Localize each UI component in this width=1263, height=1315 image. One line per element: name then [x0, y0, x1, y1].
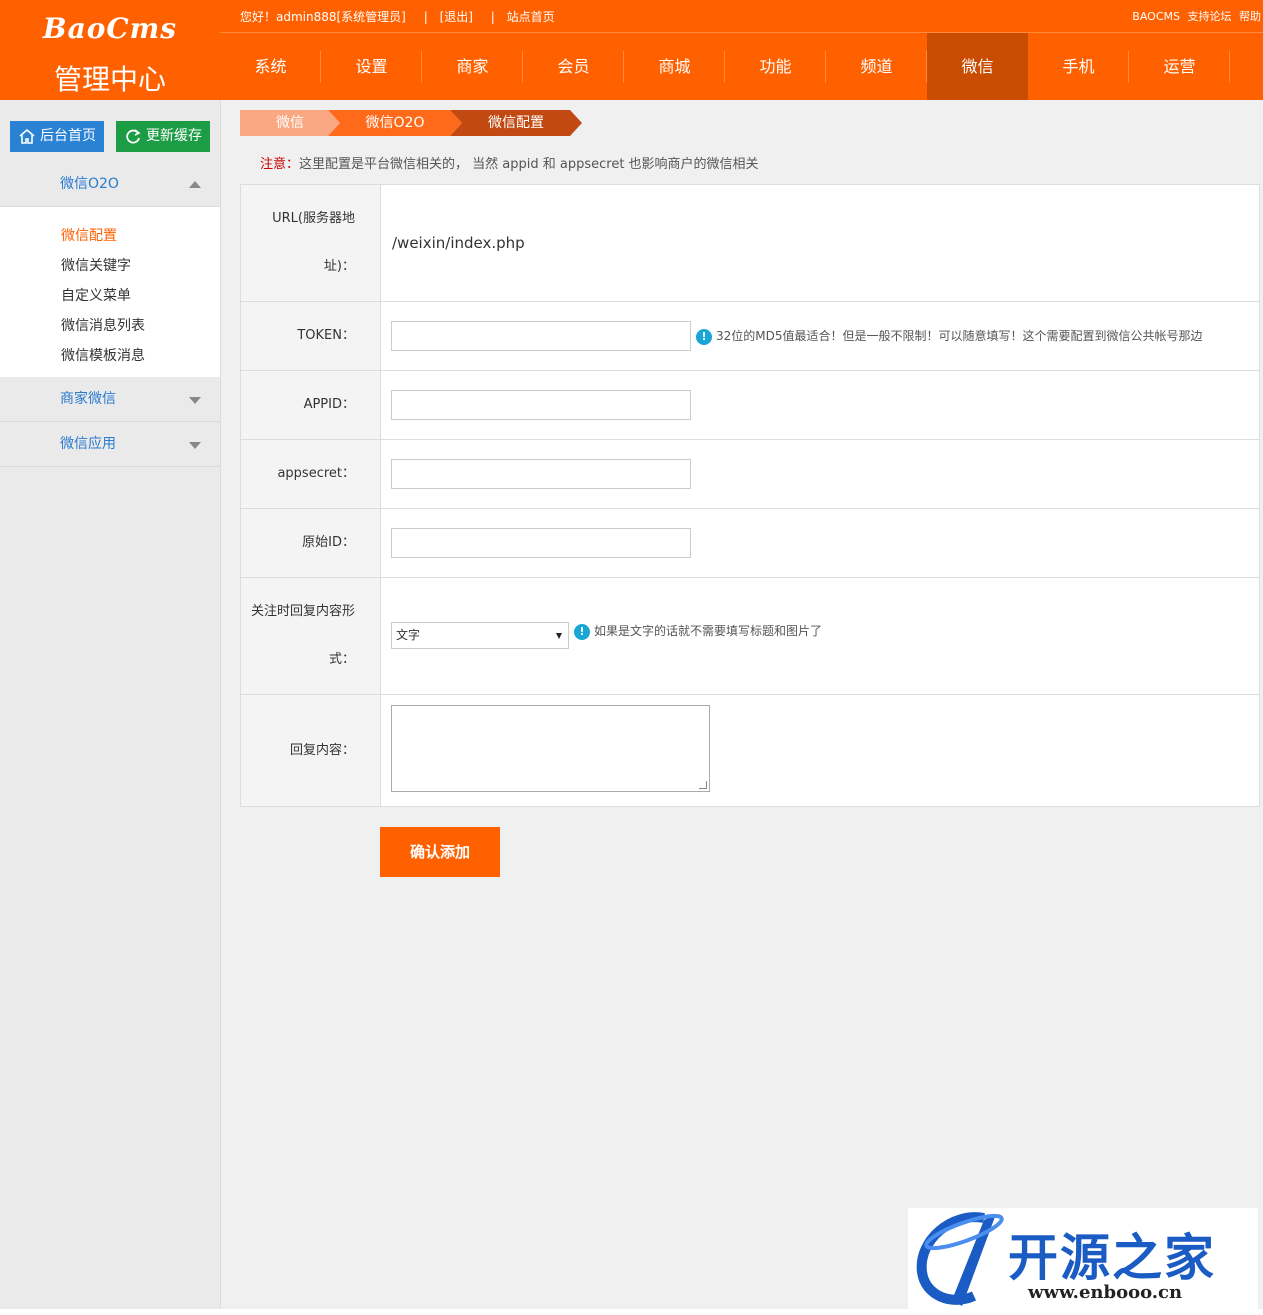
- watermark-brand: 开源之家: [1008, 1229, 1216, 1287]
- nav-features[interactable]: 功能: [725, 33, 826, 100]
- breadcrumb-wechat-o2o[interactable]: 微信O2O: [328, 110, 462, 136]
- reply-type-label: 关注时回复内容形 式：: [241, 588, 381, 684]
- form-row-reply-type: 关注时回复内容形 式： 文字 ! 如果是文字的话就不需要填写标题和图片了: [241, 578, 1259, 695]
- token-hint: ! 32位的MD5值最适合！但是一般不限制！可以随意填写！这个需要配置到微信公共帐…: [696, 327, 1203, 345]
- reply-type-hint-text: 如果是文字的话就不需要填写标题和图片了: [594, 624, 823, 638]
- config-form: URL(服务器地 址)： /weixin/index.php TOKEN： ! 3…: [240, 184, 1260, 807]
- separator: |: [490, 10, 495, 24]
- site-home-link[interactable]: 站点首页: [507, 10, 555, 24]
- confirm-add-button[interactable]: 确认添加: [380, 827, 500, 877]
- nav-operations[interactable]: 运营: [1129, 33, 1230, 100]
- form-row-token: TOKEN： ! 32位的MD5值最适合！但是一般不限制！可以随意填写！这个需要配…: [241, 302, 1259, 371]
- caret-down-icon: [189, 442, 201, 449]
- breadcrumb-wechat-config: 微信配置: [450, 110, 582, 136]
- baocms-link[interactable]: BAOCMS: [1132, 10, 1180, 23]
- watermark: 开源之家 www.enbooo.cn: [908, 1208, 1258, 1312]
- notice-body: 这里配置是平台微信相关的， 当然 appid 和 appsecret 也影响商户…: [299, 157, 759, 172]
- nav-system[interactable]: 系统: [220, 33, 321, 100]
- appid-label: APPID：: [303, 397, 355, 412]
- reply-type-hint: ! 如果是文字的话就不需要填写标题和图片了: [574, 622, 822, 640]
- submenu-item-template-message[interactable]: 微信模板消息: [0, 341, 220, 371]
- breadcrumb-wechat[interactable]: 微信: [240, 110, 340, 136]
- greeting-text: 您好！admin888[系统管理员]: [240, 10, 406, 24]
- sidebar: 后台首页 更新缓存 微信O2O 微信配置 微信关键字 自定义菜单 微信消息列表 …: [0, 100, 221, 1309]
- submenu-item-custom-menu[interactable]: 自定义菜单: [0, 281, 220, 311]
- nav-settings[interactable]: 设置: [321, 33, 422, 100]
- menu-group-wechat-o2o[interactable]: 微信O2O: [0, 162, 220, 207]
- dropdown-arrow-icon: [556, 633, 562, 639]
- watermark-logo-icon: [916, 1212, 1004, 1306]
- notice-text: 注意：这里配置是平台微信相关的， 当然 appid 和 appsecret 也影…: [260, 153, 759, 172]
- form-row-reply-content: 回复内容：: [241, 695, 1259, 806]
- info-icon: !: [696, 328, 712, 345]
- reply-content-textarea[interactable]: [391, 705, 710, 792]
- menu-group-label: 微信O2O: [60, 176, 119, 192]
- form-row-appid: APPID：: [241, 371, 1259, 440]
- logo-text: BaoCms: [42, 12, 178, 45]
- caret-up-icon: [189, 181, 201, 188]
- logo: BaoCms 管理中心: [0, 0, 220, 100]
- reply-type-selected: 文字: [396, 628, 421, 642]
- reply-type-label-line1: 关注时回复内容形: [250, 604, 355, 619]
- token-input[interactable]: [391, 321, 691, 351]
- appid-input[interactable]: [391, 390, 691, 420]
- refresh-cache-button[interactable]: 更新缓存: [116, 121, 210, 152]
- menu-group-label: 商家微信: [60, 391, 116, 407]
- caret-down-icon: [189, 397, 201, 404]
- menu-group-label: 微信应用: [60, 436, 116, 452]
- cache-button-label: 更新缓存: [146, 128, 202, 144]
- watermark-url: www.enbooo.cn: [1028, 1282, 1183, 1303]
- form-row-url: URL(服务器地 址)： /weixin/index.php: [241, 185, 1259, 302]
- menu-group-merchant-wechat[interactable]: 商家微信: [0, 377, 220, 422]
- reply-type-label-line2: 式：: [328, 652, 355, 667]
- help-link[interactable]: 帮助: [1239, 10, 1261, 23]
- appsecret-label: appsecret：: [277, 466, 355, 481]
- token-hint-text: 32位的MD5值最适合！但是一般不限制！可以随意填写！这个需要配置到微信公共帐号…: [716, 329, 1203, 343]
- original-id-input[interactable]: [391, 528, 691, 558]
- dashboard-home-button[interactable]: 后台首页: [10, 121, 104, 152]
- form-row-original-id: 原始ID：: [241, 509, 1259, 578]
- submenu-item-wechat-keywords[interactable]: 微信关键字: [0, 251, 220, 281]
- separator: |: [423, 10, 428, 24]
- refresh-icon: [126, 129, 141, 144]
- nav-mall[interactable]: 商城: [624, 33, 725, 100]
- info-icon: !: [574, 623, 590, 640]
- nav-member[interactable]: 会员: [523, 33, 624, 100]
- nav-mobile[interactable]: 手机: [1028, 33, 1129, 100]
- form-row-appsecret: appsecret：: [241, 440, 1259, 509]
- url-label: URL(服务器地 址)：: [241, 195, 381, 291]
- user-bar: 您好！admin888[系统管理员] | [退出] | 站点首页: [240, 8, 561, 25]
- menu-group-wechat-apps[interactable]: 微信应用: [0, 422, 220, 467]
- reply-content-label: 回复内容：: [289, 743, 355, 758]
- top-header: BaoCms 管理中心 您好！admin888[系统管理员] | [退出] | …: [0, 0, 1263, 100]
- bottom-strip: [0, 1309, 1263, 1315]
- notice-label: 注意：: [260, 157, 300, 172]
- url-value: /weixin/index.php: [392, 234, 525, 252]
- top-right-links: BAOCMS 支持论坛 帮助: [1128, 8, 1261, 24]
- url-label-line1: URL(服务器地: [272, 211, 355, 226]
- home-icon: [19, 128, 35, 144]
- reply-type-select[interactable]: 文字: [391, 622, 569, 649]
- nav-channel[interactable]: 频道: [826, 33, 927, 100]
- home-button-label: 后台首页: [40, 128, 96, 144]
- appsecret-input[interactable]: [391, 459, 691, 489]
- nav-merchant[interactable]: 商家: [422, 33, 523, 100]
- submenu-item-wechat-config[interactable]: 微信配置: [0, 221, 220, 251]
- logout-link[interactable]: [退出]: [440, 10, 473, 24]
- main-nav: 系统 设置 商家 会员 商城 功能 频道 微信 手机 运营: [220, 33, 1230, 100]
- url-label-line2: 址)：: [323, 259, 355, 274]
- submenu-item-message-list[interactable]: 微信消息列表: [0, 311, 220, 341]
- logo-subtitle: 管理中心: [53, 63, 166, 96]
- forum-link[interactable]: 支持论坛: [1188, 10, 1232, 23]
- original-id-label: 原始ID：: [302, 535, 355, 550]
- submenu-wechat-o2o: 微信配置 微信关键字 自定义菜单 微信消息列表 微信模板消息: [0, 207, 220, 377]
- nav-wechat[interactable]: 微信: [927, 33, 1028, 100]
- token-label: TOKEN：: [297, 328, 355, 343]
- resize-grip-icon[interactable]: [699, 781, 707, 789]
